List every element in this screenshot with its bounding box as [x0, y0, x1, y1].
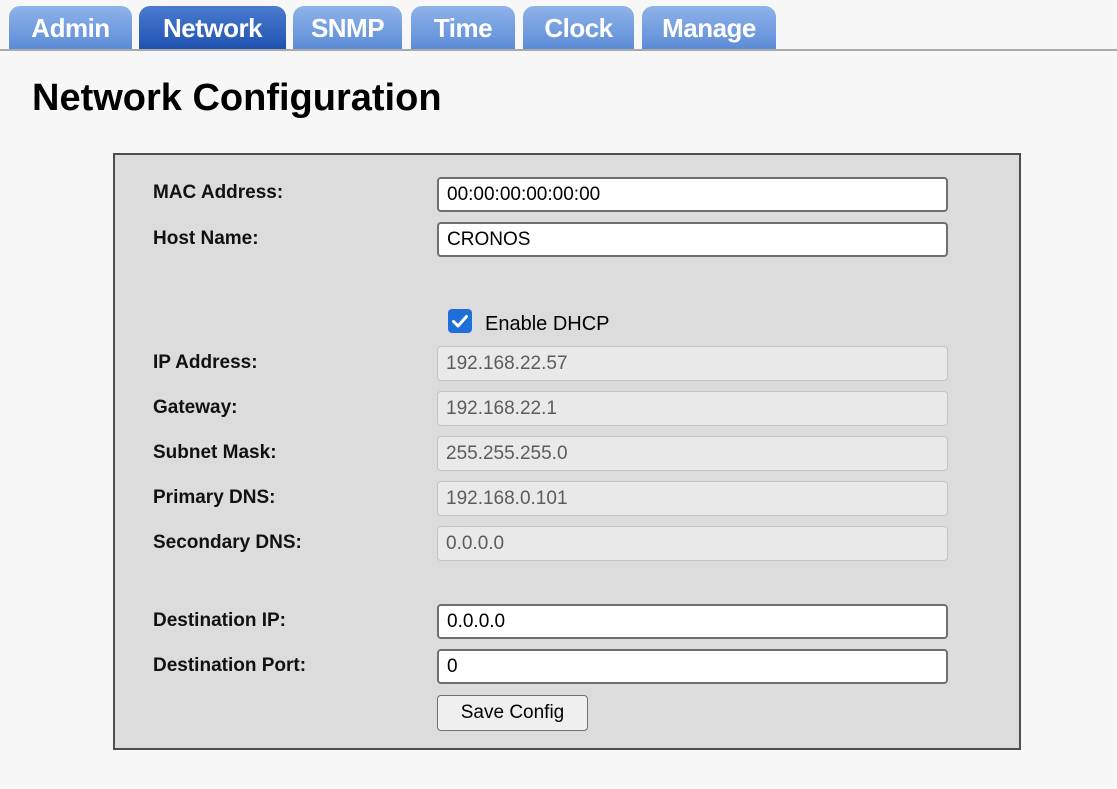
- gateway-label: Gateway:: [153, 397, 238, 418]
- primary-dns-label: Primary DNS:: [153, 487, 276, 508]
- gateway-field: 192.168.22.1: [437, 391, 948, 426]
- subnet-mask-label: Subnet Mask:: [153, 442, 277, 463]
- subnet-mask-field: 255.255.255.0: [437, 436, 948, 471]
- tab-network[interactable]: Network: [139, 6, 286, 50]
- save-config-button[interactable]: Save Config: [437, 695, 588, 731]
- network-config-panel: MAC Address: 00:00:00:00:00:00 Host Name…: [113, 153, 1021, 750]
- mac-address-label: MAC Address:: [153, 182, 284, 203]
- dhcp-checkbox-label[interactable]: Enable DHCP: [485, 310, 610, 338]
- host-name-label: Host Name:: [153, 228, 259, 249]
- destination-ip-field[interactable]: 0.0.0.0: [437, 604, 948, 639]
- page-title: Network Configuration: [32, 77, 442, 119]
- secondary-dns-label: Secondary DNS:: [153, 532, 302, 553]
- destination-port-label: Destination Port:: [153, 655, 307, 676]
- tab-admin[interactable]: Admin: [9, 6, 132, 50]
- dhcp-checkbox[interactable]: [448, 309, 472, 333]
- mac-address-field[interactable]: 00:00:00:00:00:00: [437, 177, 948, 212]
- destination-port-field[interactable]: 0: [437, 649, 948, 684]
- tab-snmp[interactable]: SNMP: [293, 6, 402, 50]
- tab-bar-divider: [0, 49, 1117, 51]
- ip-address-field: 192.168.22.57: [437, 346, 948, 381]
- primary-dns-field: 192.168.0.101: [437, 481, 948, 516]
- ip-address-label: IP Address:: [153, 352, 258, 373]
- tab-clock[interactable]: Clock: [523, 6, 634, 50]
- tab-bar: Admin Network SNMP Time Clock Manage: [0, 0, 1117, 51]
- tab-manage[interactable]: Manage: [642, 6, 776, 50]
- tab-time[interactable]: Time: [411, 6, 515, 50]
- host-name-field[interactable]: CRONOS: [437, 222, 948, 257]
- secondary-dns-field: 0.0.0.0: [437, 526, 948, 561]
- destination-ip-label: Destination IP:: [153, 610, 287, 631]
- checkmark-icon: [452, 315, 468, 328]
